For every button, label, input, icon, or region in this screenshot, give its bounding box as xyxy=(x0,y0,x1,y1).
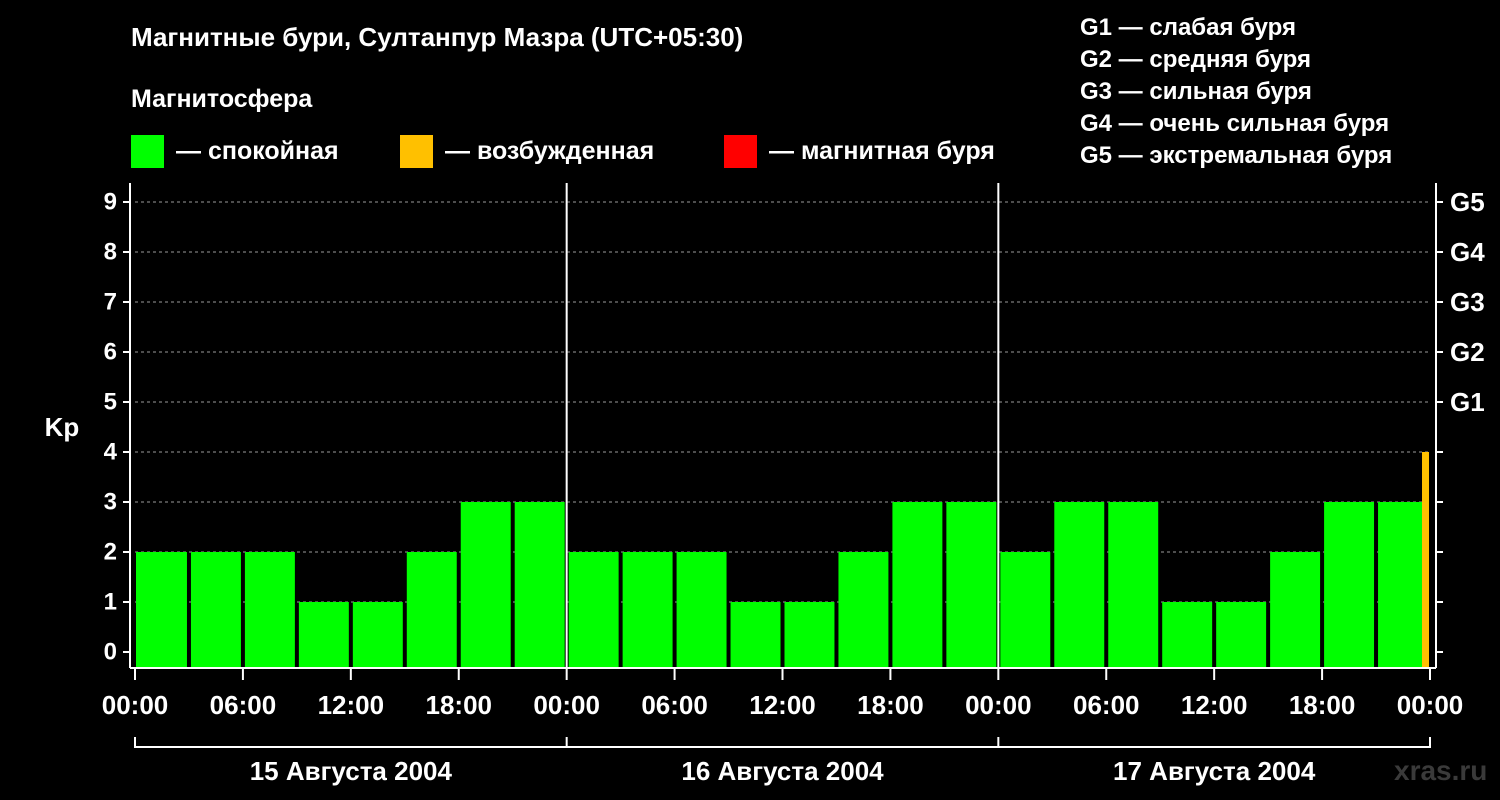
x-tick-label: 00:00 xyxy=(102,690,169,720)
x-tick-label: 18:00 xyxy=(1289,690,1356,720)
x-tick-label: 00:00 xyxy=(1397,690,1464,720)
y-tick-label: 7 xyxy=(104,289,117,316)
right-axis-label: G3 xyxy=(1450,287,1485,317)
day-label: 17 Августа 2004 xyxy=(1113,756,1316,786)
y-tick-label: 1 xyxy=(104,589,117,616)
kp-bar xyxy=(460,502,511,668)
kp-bar xyxy=(1000,552,1051,668)
right-axis-label: G1 xyxy=(1450,387,1485,417)
kp-chart: Магнитные бури, Султанпур Мазра (UTC+05:… xyxy=(0,0,1500,800)
kp-bar xyxy=(514,502,565,668)
y-tick-label: 3 xyxy=(104,489,117,516)
kp-bar xyxy=(1108,502,1159,668)
right-axis-label: G4 xyxy=(1450,237,1485,267)
kp-bar xyxy=(622,552,673,668)
kp-bar xyxy=(1054,502,1105,668)
kp-bar xyxy=(244,552,295,668)
day-label: 16 Августа 2004 xyxy=(681,756,884,786)
right-axis-label: G5 xyxy=(1450,187,1485,217)
x-tick-label: 06:00 xyxy=(210,690,277,720)
y-tick-label: 2 xyxy=(104,539,117,566)
x-tick-label: 18:00 xyxy=(857,690,924,720)
x-tick-label: 06:00 xyxy=(641,690,708,720)
y-tick-label: 9 xyxy=(104,189,117,216)
kp-bar xyxy=(784,602,835,668)
kp-bar xyxy=(892,502,943,668)
y-tick-label: 0 xyxy=(104,639,117,666)
kp-bar xyxy=(406,552,457,668)
kp-bar xyxy=(838,552,889,668)
x-tick-label: 18:00 xyxy=(426,690,493,720)
x-tick-label: 06:00 xyxy=(1073,690,1140,720)
kp-bar xyxy=(730,602,781,668)
kp-bar xyxy=(136,552,187,668)
kp-bar xyxy=(1422,452,1429,668)
day-label: 15 Августа 2004 xyxy=(250,756,453,786)
x-tick-label: 00:00 xyxy=(965,690,1032,720)
right-axis-label: G2 xyxy=(1450,337,1485,367)
kp-bar xyxy=(1270,552,1321,668)
x-tick-label: 00:00 xyxy=(533,690,600,720)
kp-bar xyxy=(1324,502,1375,668)
chart-plot-area: 0 1 2 3 4 5 6 7 8 9 G1 G2 G3 G4 G5 Kp 00:00 06:00 12:00 18:… xyxy=(45,183,1485,786)
y-tick-label: 8 xyxy=(104,239,117,266)
x-tick-label: 12:00 xyxy=(318,690,385,720)
kp-bar xyxy=(352,602,403,668)
kp-bar xyxy=(946,502,997,668)
kp-bar xyxy=(1216,602,1267,668)
kp-bar xyxy=(676,552,727,668)
x-tick-label: 12:00 xyxy=(749,690,816,720)
y-tick-label: 6 xyxy=(104,339,117,366)
kp-bar xyxy=(568,552,619,668)
kp-bar xyxy=(298,602,349,668)
y-tick-label: 4 xyxy=(104,439,118,466)
y-tick-label: 5 xyxy=(104,389,117,416)
watermark: xras.ru xyxy=(1394,755,1488,786)
kp-bar xyxy=(190,552,241,668)
y-axis-title: Kp xyxy=(45,412,80,442)
x-tick-label: 12:00 xyxy=(1181,690,1248,720)
kp-bar xyxy=(1378,502,1428,668)
kp-bar xyxy=(1162,602,1213,668)
